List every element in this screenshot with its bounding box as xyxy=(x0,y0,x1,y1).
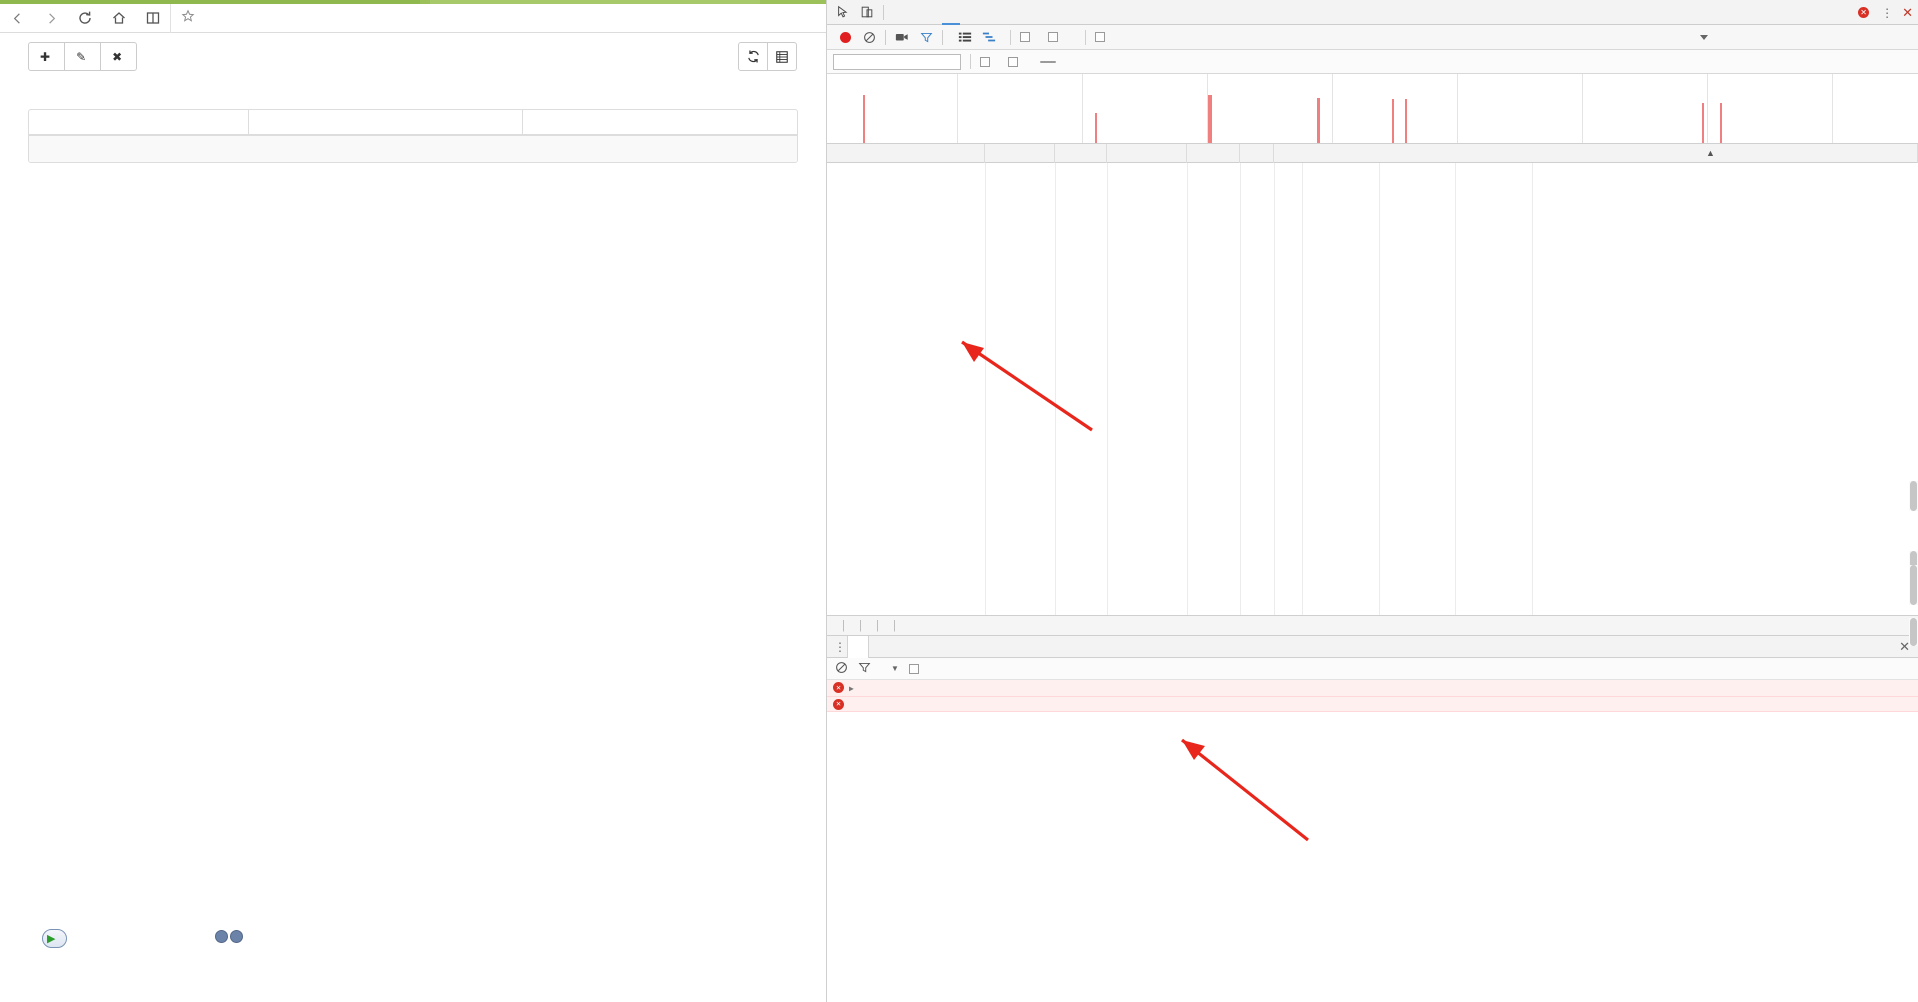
network-toolbar xyxy=(827,25,1918,50)
column-header-password[interactable] xyxy=(523,110,797,134)
star-icon[interactable] xyxy=(181,9,195,28)
tab-network[interactable] xyxy=(942,0,960,25)
clear-icon[interactable] xyxy=(835,661,848,677)
reload-icon[interactable] xyxy=(68,4,102,33)
tab-application[interactable] xyxy=(996,0,1014,25)
disable-cache-checkbox[interactable] xyxy=(1048,32,1063,42)
devtools-panel: ✕ ⋮ ✕ ▲ | | | | ⋮ ✕ ▼ ✕ ▶ ✕ xyxy=(826,0,1918,1002)
pencil-icon: ✎ xyxy=(76,49,87,64)
chevron-down-icon[interactable]: ▼ xyxy=(891,664,899,673)
console-message-text xyxy=(849,698,1549,699)
bookmarks-icon[interactable] xyxy=(136,4,170,33)
console-message[interactable]: ✕ xyxy=(827,696,1918,712)
help-icon[interactable] xyxy=(215,930,228,943)
chevron-down-icon[interactable] xyxy=(1700,34,1708,40)
tab-timeline[interactable] xyxy=(960,0,978,25)
clear-icon[interactable] xyxy=(857,25,881,50)
refresh-icon[interactable] xyxy=(738,42,768,71)
table-empty-message xyxy=(29,136,797,162)
add-button[interactable]: ✚ xyxy=(28,42,66,71)
tab-security[interactable] xyxy=(1014,0,1032,25)
request-table-body[interactable] xyxy=(827,163,1918,615)
column-timeline[interactable]: ▲ xyxy=(1274,143,1918,163)
waterfall-view-icon[interactable] xyxy=(977,25,1001,50)
table-tools-group xyxy=(738,42,797,71)
error-icon: ✕ xyxy=(833,682,844,693)
error-count-badge[interactable]: ✕ xyxy=(1858,7,1872,18)
home-icon[interactable] xyxy=(102,4,136,33)
camera-icon[interactable] xyxy=(890,25,914,50)
tab-audits[interactable] xyxy=(1032,0,1050,25)
console-prompt[interactable] xyxy=(827,712,1918,720)
scrollbar[interactable] xyxy=(1909,618,1918,646)
device-toolbar-icon[interactable] xyxy=(855,0,879,25)
bootstrap-table xyxy=(28,109,798,163)
column-size[interactable] xyxy=(1187,143,1240,163)
scrollbar[interactable] xyxy=(1909,565,1918,605)
expand-triangle-icon[interactable]: ▶ xyxy=(849,683,854,695)
plus-icon: ✚ xyxy=(40,49,51,64)
funnel-icon[interactable] xyxy=(858,661,871,677)
crud-button-group: ✚ ✎ ✖ xyxy=(28,42,138,71)
network-overview-timeline[interactable] xyxy=(827,74,1918,144)
console-message-list: ✕ ▶ ✕ xyxy=(827,680,1918,720)
column-header-username[interactable] xyxy=(249,110,523,134)
filter-input[interactable] xyxy=(833,53,961,70)
web-page-content: ✚ ✎ ✖ ▶ xyxy=(0,34,826,1002)
console-toolbar: ▼ xyxy=(827,658,1918,680)
column-time[interactable] xyxy=(1240,143,1274,163)
download-popup-badges xyxy=(215,930,243,943)
column-name[interactable] xyxy=(827,143,985,163)
list-view-icon[interactable] xyxy=(953,25,977,50)
delete-button[interactable]: ✖ xyxy=(100,42,138,71)
tab-console[interactable] xyxy=(906,0,924,25)
sort-arrow-icon: ▲ xyxy=(1706,147,1715,158)
back-icon[interactable] xyxy=(0,4,34,33)
error-icon: ✕ xyxy=(833,698,844,710)
play-icon: ▶ xyxy=(47,933,56,945)
kebab-menu-icon[interactable]: ⋮ xyxy=(1881,6,1893,20)
column-type[interactable] xyxy=(1055,143,1107,163)
download-media-popup[interactable]: ▶ xyxy=(42,929,68,948)
column-header-userid[interactable] xyxy=(29,110,249,134)
console-preserve-log-checkbox[interactable] xyxy=(908,663,924,674)
table-header-row xyxy=(29,110,797,136)
regex-checkbox[interactable] xyxy=(980,56,995,67)
hide-data-urls-checkbox[interactable] xyxy=(1008,56,1023,67)
inspect-element-icon[interactable] xyxy=(831,0,855,25)
columns-icon[interactable] xyxy=(767,42,797,71)
console-message-text xyxy=(859,681,1893,682)
cross-icon: ✖ xyxy=(112,49,123,64)
offline-checkbox[interactable] xyxy=(1095,32,1110,42)
column-status[interactable] xyxy=(985,143,1055,163)
drawer-tab-console[interactable] xyxy=(847,635,869,658)
close-icon[interactable]: ✕ xyxy=(1902,5,1913,21)
forward-icon[interactable] xyxy=(34,4,68,33)
tab-sources[interactable] xyxy=(924,0,942,25)
filter-type-all[interactable] xyxy=(1040,60,1056,63)
tab-elements[interactable] xyxy=(888,0,906,25)
tab-profiles[interactable] xyxy=(978,0,996,25)
edit-button[interactable]: ✎ xyxy=(64,42,102,71)
kebab-menu-icon[interactable]: ⋮ xyxy=(833,640,847,654)
preserve-log-checkbox[interactable] xyxy=(1020,32,1035,42)
column-initiator[interactable] xyxy=(1107,143,1187,163)
network-filter-bar xyxy=(827,50,1918,74)
record-icon[interactable] xyxy=(833,25,857,50)
network-summary-bar: | | | | xyxy=(827,615,1918,636)
devtools-tabbar: ✕ ⋮ ✕ xyxy=(827,0,1918,25)
close-icon[interactable] xyxy=(230,930,243,943)
devtools-tabbar-right: ✕ ⋮ ✕ xyxy=(1858,0,1913,25)
funnel-icon[interactable] xyxy=(914,25,938,50)
console-message[interactable]: ✕ ▶ xyxy=(827,680,1918,697)
drawer-tabbar: ⋮ ✕ xyxy=(827,635,1918,658)
request-table-header: ▲ xyxy=(827,143,1918,163)
error-icon: ✕ xyxy=(1858,7,1870,18)
